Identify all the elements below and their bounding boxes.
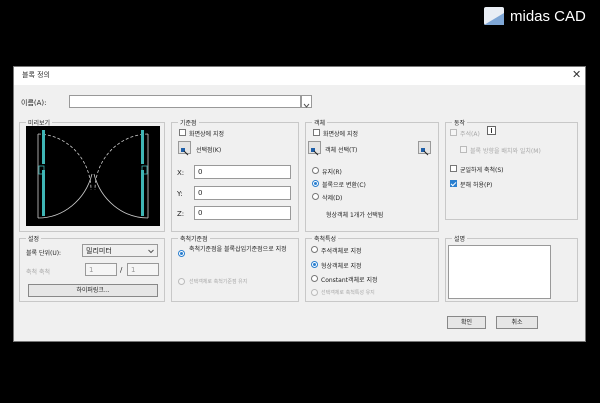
annotative-object-label: 주석객체로 지정 [321,248,362,255]
annotative-checkbox[interactable] [450,129,457,136]
description-label: 설명 [452,234,468,243]
retain-label: 유지(R) [322,169,342,176]
title-bar: 블록 정의 ✕ [14,67,585,85]
select-objects-label: 객체 선택(T) [325,147,358,154]
scale-base-keep-radio[interactable] [178,278,185,285]
z-coordinate-input[interactable]: 0 [194,206,291,220]
base-on-screen-checkbox[interactable] [179,129,186,136]
block-definition-dialog: 블록 정의 ✕ 이름(A): 미리보기 기준점 화면상에 지정 선택점(K) X… [13,66,586,342]
delete-label: 삭제(D) [322,195,343,202]
chevron-down-icon [303,103,310,108]
convert-to-block-label: 블록으로 변환(C) [322,182,366,189]
match-orientation-label: 블록 방향을 배치와 일치(M) [470,148,541,155]
pick-point-button[interactable] [178,141,191,156]
scale-uniformly-checkbox[interactable] [450,165,457,172]
annotative-object-radio[interactable] [311,246,318,253]
hyperlink-button[interactable]: 하이퍼링크... [28,284,158,297]
cancel-button[interactable]: 취소 [496,316,538,329]
scale-ratio-label: 축척 축척 [26,269,50,276]
shape-object-label: 형상객체로 지정 [321,263,362,270]
name-combo-input[interactable] [69,95,301,108]
objects-on-screen-checkbox[interactable] [313,129,320,136]
ok-button[interactable]: 확인 [447,316,486,329]
objects-on-screen-label: 화면상에 지정 [323,131,359,138]
behavior-label: 동작 [452,118,468,127]
scale-base-keep-label: 선택객체로 축척기준점 유지 [189,279,248,285]
objects-label: 객체 [312,118,328,127]
scale-property-label: 축척특성 [312,234,339,243]
quick-select-icon [421,148,429,156]
y-label: Y: [177,190,183,198]
brand-logo-area: midas CAD [484,5,596,27]
quick-select-button[interactable] [418,141,431,156]
close-icon[interactable]: ✕ [572,69,581,81]
scale-denominator-input[interactable]: 1 [127,263,159,276]
delete-radio[interactable] [312,193,319,200]
block-unit-value: 밀리미터 [86,247,112,255]
annotative-label: 주석(A) [460,131,480,138]
x-coordinate-input[interactable]: 0 [194,165,291,179]
keep-scale-property-radio[interactable] [311,289,318,296]
dialog-title: 블록 정의 [22,71,50,79]
block-unit-label: 블록 단위(U): [26,250,62,257]
convert-to-block-radio[interactable] [312,180,319,187]
block-preview [26,126,160,226]
scale-numerator-input[interactable]: 1 [85,263,117,276]
selection-status: 형상객체 1개가 선택됨 [326,212,384,219]
select-objects-icon [311,148,319,156]
shape-object-radio[interactable] [311,261,318,268]
z-label: Z: [177,210,185,218]
name-label: 이름(A): [21,99,47,107]
base-point-label: 기준점 [178,118,199,127]
x-label: X: [177,169,185,177]
select-objects-button[interactable] [308,141,321,156]
block-unit-select[interactable]: 밀리미터 [82,244,158,257]
chevron-down-icon [148,249,154,254]
constant-object-radio[interactable] [311,275,318,282]
scale-separator: / [120,266,123,274]
retain-radio[interactable] [312,167,319,174]
allow-exploding-label: 분해 허용(P) [460,182,493,189]
pick-point-icon [181,148,189,156]
constant-object-label: Constant객체로 지정 [321,277,378,284]
keep-scale-property-label: 선택객체로 축척특성 유지 [321,290,375,296]
settings-label: 설정 [26,234,42,243]
allow-exploding-checkbox[interactable] [450,180,457,187]
midas-logo-icon [484,7,504,25]
scale-base-insert-radio[interactable] [178,250,185,257]
match-orientation-checkbox[interactable] [460,146,467,153]
scale-base-insert-label: 축척기준점을 블록삽입기준점으로 지정 [189,246,287,253]
brand-name: midas CAD [510,7,586,25]
description-textarea[interactable] [448,245,551,299]
name-dropdown-button[interactable] [301,95,312,108]
pick-point-label: 선택점(K) [196,147,222,154]
y-coordinate-input[interactable]: 0 [194,186,291,200]
scale-uniformly-label: 균일하게 축척(S) [460,167,504,174]
info-icon [487,126,496,135]
base-on-screen-label: 화면상에 지정 [189,131,225,138]
scale-base-label: 축척기준점 [178,234,210,243]
door-preview-drawing [37,130,149,219]
